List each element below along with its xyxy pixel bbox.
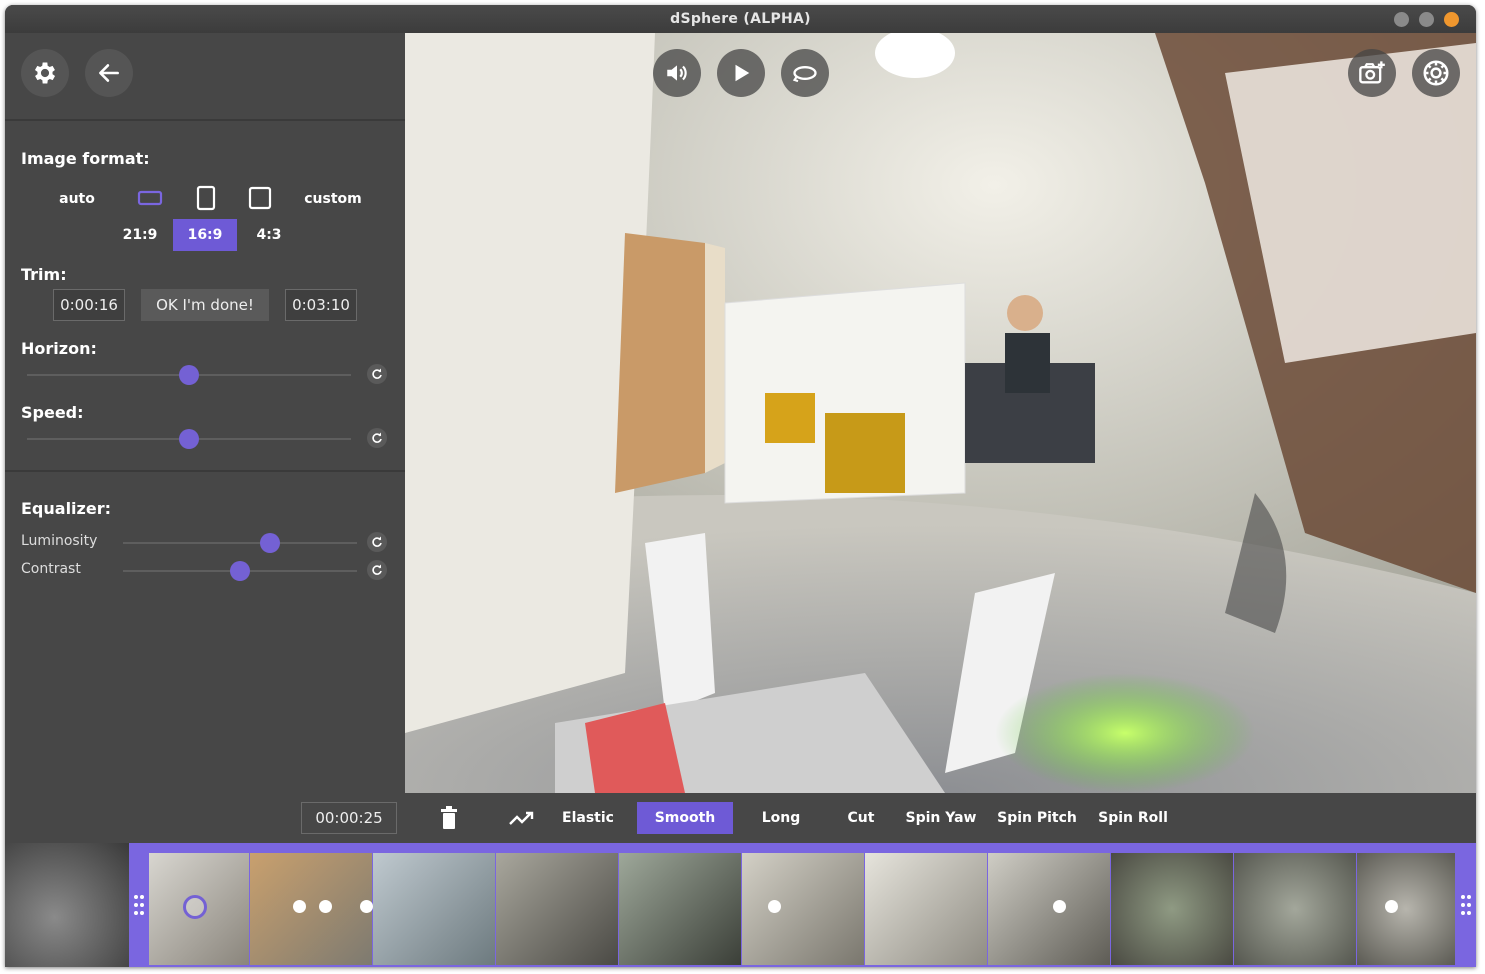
- contrast-reset-button[interactable]: [367, 560, 387, 580]
- timeline-frame: [865, 853, 987, 965]
- format-portrait[interactable]: [193, 185, 219, 211]
- trend-icon: [509, 811, 534, 825]
- mode-smooth[interactable]: Smooth: [637, 802, 733, 834]
- format-custom[interactable]: custom: [301, 191, 365, 207]
- arrow-left-icon: [99, 64, 119, 82]
- view-settings-button[interactable]: [1412, 49, 1460, 97]
- ratio-21-9[interactable]: 21:9: [110, 219, 170, 251]
- keyframe-toolbar: 00:00:25 Elastic Smooth Long Cut Spin Ya…: [5, 793, 1476, 843]
- minimize-button[interactable]: [1394, 12, 1409, 27]
- sidebar: Image format: auto custom 21:9 16:9 4:3 …: [5, 33, 405, 793]
- back-button[interactable]: [85, 49, 133, 97]
- current-time-field[interactable]: 00:00:25: [301, 802, 397, 834]
- volume-icon: [667, 65, 687, 81]
- grip-icon: [134, 895, 144, 915]
- mode-elastic[interactable]: Elastic: [555, 802, 621, 834]
- timeline-frame: [619, 853, 741, 965]
- portrait-rect-icon: [196, 185, 216, 211]
- grip-icon: [1461, 895, 1471, 915]
- keyframe-marker[interactable]: [1053, 900, 1066, 913]
- spherical-video-frame: [405, 33, 1476, 793]
- preview-thumbnail: [5, 843, 129, 967]
- trim-done-button[interactable]: OK I'm done!: [141, 289, 269, 321]
- square-icon: [248, 186, 272, 210]
- curve-button[interactable]: [507, 806, 535, 830]
- image-format-heading: Image format:: [21, 149, 150, 168]
- contrast-slider-handle[interactable]: [230, 561, 250, 581]
- format-landscape[interactable]: [137, 185, 163, 211]
- speed-heading: Speed:: [21, 403, 84, 422]
- trim-right-handle[interactable]: [1460, 891, 1472, 919]
- contrast-label: Contrast: [21, 561, 81, 577]
- reset-icon: [372, 432, 382, 443]
- timeline-frame: [1357, 853, 1455, 965]
- mode-spin-yaw[interactable]: Spin Yaw: [902, 802, 980, 834]
- trash-icon: [441, 806, 457, 829]
- horizon-slider-handle[interactable]: [179, 365, 199, 385]
- timeline-frame: [988, 853, 1110, 965]
- timeline-frame: [373, 853, 495, 965]
- ratio-4-3[interactable]: 4:3: [239, 219, 299, 251]
- keyframe-marker[interactable]: [768, 900, 781, 913]
- timeline[interactable]: [5, 843, 1476, 967]
- speed-reset-button[interactable]: [367, 428, 387, 448]
- maximize-button[interactable]: [1419, 12, 1434, 27]
- mode-long[interactable]: Long: [751, 802, 811, 834]
- speed-slider-handle[interactable]: [179, 429, 199, 449]
- play-icon: [735, 64, 750, 82]
- landscape-rect-icon: [137, 190, 163, 206]
- reset-icon: [372, 368, 382, 379]
- luminosity-reset-button[interactable]: [367, 532, 387, 552]
- app-window: dSphere (ALPHA) Image format: auto custo…: [5, 5, 1476, 967]
- horizon-reset-button[interactable]: [367, 364, 387, 384]
- horizon-heading: Horizon:: [21, 339, 97, 358]
- timeline-frame: [496, 853, 618, 965]
- volume-button[interactable]: [653, 49, 701, 97]
- reset-icon: [372, 536, 382, 547]
- gear-icon: [34, 62, 56, 84]
- keyframe-marker[interactable]: [319, 900, 332, 913]
- camera-add-icon: [1359, 61, 1385, 84]
- divider: [5, 470, 405, 472]
- equalizer-heading: Equalizer:: [21, 499, 111, 518]
- mode-spin-roll[interactable]: Spin Roll: [1095, 802, 1171, 834]
- ratio-16-9[interactable]: 16:9: [173, 219, 237, 251]
- current-keyframe-marker[interactable]: [183, 895, 207, 919]
- keyframe-marker[interactable]: [360, 900, 373, 913]
- trim-left-handle[interactable]: [133, 891, 145, 919]
- luminosity-slider-track[interactable]: [123, 542, 357, 544]
- settings-icon: [1423, 60, 1449, 86]
- loop-icon: [792, 66, 817, 83]
- close-button[interactable]: [1444, 12, 1459, 27]
- divider: [5, 119, 405, 121]
- snapshot-button[interactable]: [1348, 49, 1396, 97]
- trim-heading: Trim:: [21, 265, 67, 284]
- loop-button[interactable]: [781, 49, 829, 97]
- luminosity-slider-handle[interactable]: [260, 533, 281, 553]
- keyframe-marker[interactable]: [1385, 900, 1398, 913]
- timeline-frame: [1234, 853, 1356, 965]
- timeline-frame: [742, 853, 864, 965]
- mode-cut[interactable]: Cut: [839, 802, 883, 834]
- video-viewport[interactable]: [405, 33, 1476, 793]
- timeline-frame: [250, 853, 372, 965]
- play-button[interactable]: [717, 49, 765, 97]
- title-bar: dSphere (ALPHA): [5, 5, 1476, 33]
- mode-spin-pitch[interactable]: Spin Pitch: [994, 802, 1080, 834]
- trim-start-field[interactable]: 0:00:16: [53, 289, 125, 321]
- settings-button[interactable]: [21, 49, 69, 97]
- timeline-frame: [1111, 853, 1233, 965]
- delete-keyframe-button[interactable]: [437, 805, 461, 831]
- reset-icon: [372, 564, 382, 575]
- window-title: dSphere (ALPHA): [670, 11, 811, 27]
- trim-end-field[interactable]: 0:03:10: [285, 289, 357, 321]
- format-auto[interactable]: auto: [55, 191, 99, 207]
- keyframe-marker[interactable]: [293, 900, 306, 913]
- luminosity-label: Luminosity: [21, 533, 98, 549]
- format-square[interactable]: [247, 185, 273, 211]
